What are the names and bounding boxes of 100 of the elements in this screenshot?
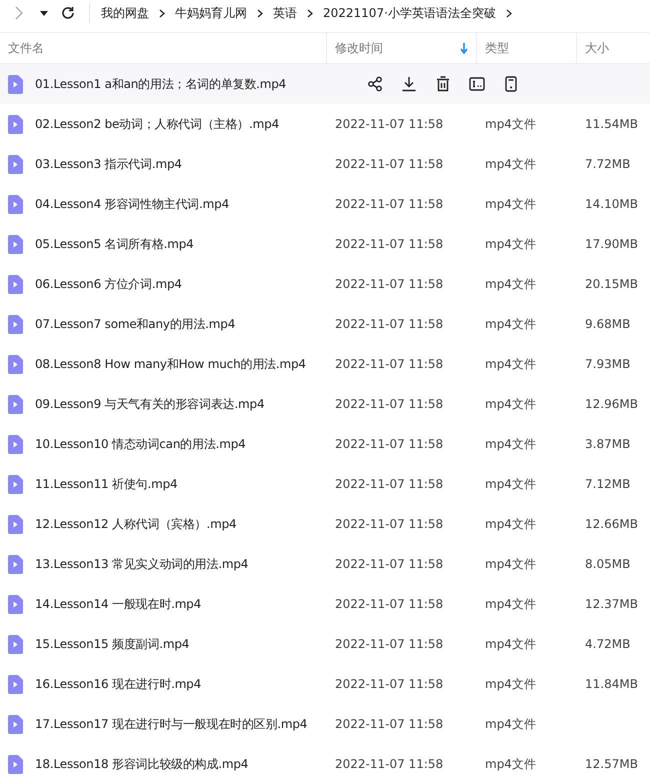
modified-time: 2022-11-07 11:58 xyxy=(334,397,444,411)
rename-icon[interactable] xyxy=(469,76,485,92)
column-header[interactable]: 文件名 xyxy=(0,33,327,63)
file-name[interactable]: 12.Lesson12 人称代词（宾格）.mp4 xyxy=(35,516,236,532)
file-type: mp4文件 xyxy=(484,156,537,172)
file-type: mp4文件 xyxy=(484,116,537,132)
file-row[interactable]: 02.Lesson2 be动词；人称代词（主格）.mp4 2022-11-07 11:58 mp4文件 11.54MB xyxy=(0,104,650,144)
file-size: 12.57MB xyxy=(584,757,639,771)
column-header[interactable]: 大小 xyxy=(577,33,650,63)
modified-time: 2022-11-07 11:58 xyxy=(334,237,444,251)
video-file-icon xyxy=(8,314,23,334)
file-row[interactable]: 14.Lesson14 一般现在时.mp4 2022-11-07 11:58 mp4文件 12.37MB xyxy=(0,584,650,624)
breadcrumb-item[interactable]: 牛妈妈育儿网 xyxy=(175,4,247,22)
video-file-icon xyxy=(8,154,23,174)
file-name[interactable]: 07.Lesson7 some和any的用法.mp4 xyxy=(35,316,236,332)
video-file-icon xyxy=(8,274,23,294)
file-row[interactable]: 15.Lesson15 频度副词.mp4 2022-11-07 11:58 mp4文件 4.72MB xyxy=(0,624,650,664)
file-size: 9.68MB xyxy=(584,317,632,331)
file-row[interactable]: 05.Lesson5 名词所有格.mp4 2022-11-07 11:58 mp4文件 17.90MB xyxy=(0,224,650,264)
file-row[interactable]: 18.Lesson18 形容词比较级的构成.mp4 2022-11-07 11:58 mp4文件 12.57MB xyxy=(0,744,650,781)
modified-time: 2022-11-07 11:58 xyxy=(334,477,444,491)
file-name[interactable]: 14.Lesson14 一般现在时.mp4 xyxy=(35,596,202,612)
file-row[interactable]: 06.Lesson6 方位介词.mp4 2022-11-07 11:58 mp4文件 20.15MB xyxy=(0,264,650,304)
file-type: mp4文件 xyxy=(484,756,537,772)
file-name[interactable]: 06.Lesson6 方位介词.mp4 xyxy=(35,276,182,292)
file-name[interactable]: 10.Lesson10 情态动词can的用法.mp4 xyxy=(35,436,246,452)
file-type: mp4文件 xyxy=(484,516,537,532)
file-type: mp4文件 xyxy=(484,276,537,292)
modified-time: 2022-11-07 11:58 xyxy=(334,317,444,331)
file-size: 7.72MB xyxy=(584,157,632,171)
file-type: mp4文件 xyxy=(484,196,537,212)
file-size: 8.05MB xyxy=(584,557,632,571)
file-size: 3.87MB xyxy=(584,437,632,451)
file-name[interactable]: 03.Lesson3 指示代词.mp4 xyxy=(35,156,182,172)
file-size: 20.15MB xyxy=(584,277,639,291)
column-header[interactable]: 类型 xyxy=(477,33,577,63)
trash-icon[interactable] xyxy=(435,76,451,92)
file-row[interactable]: 17.Lesson17 现在进行时与一般现在时的区别.mp4 2022-11-07 11:58 mp4文件 xyxy=(0,704,650,744)
file-size: 14.10MB xyxy=(584,197,639,211)
file-row[interactable]: 04.Lesson4 形容词性物主代词.mp4 2022-11-07 11:58 mp4文件 14.10MB xyxy=(0,184,650,224)
file-row[interactable]: 13.Lesson13 常见实义动词的用法.mp4 2022-11-07 11:58 mp4文件 8.05MB xyxy=(0,544,650,584)
share-icon[interactable] xyxy=(367,76,383,92)
video-file-icon xyxy=(8,194,23,214)
video-file-icon xyxy=(8,394,23,414)
file-row[interactable]: 08.Lesson8 How many和How much的用法.mp4 2022-11-07 11:58 mp4文件 7.93MB xyxy=(0,344,650,384)
refresh-icon[interactable] xyxy=(61,6,75,20)
file-name[interactable]: 17.Lesson17 现在进行时与一般现在时的区别.mp4 xyxy=(35,716,308,732)
file-size: 17.90MB xyxy=(584,237,639,251)
modified-time: 2022-11-07 11:58 xyxy=(334,197,444,211)
breadcrumb-item[interactable]: 20221107·小学英语语法全突破 xyxy=(323,4,496,22)
dropdown-icon[interactable] xyxy=(40,10,48,16)
video-file-icon xyxy=(8,514,23,534)
file-type: mp4文件 xyxy=(484,636,537,652)
file-name[interactable]: 18.Lesson18 形容词比较级的构成.mp4 xyxy=(35,756,248,772)
video-file-icon xyxy=(8,434,23,454)
video-file-icon xyxy=(8,74,23,94)
file-size: 11.84MB xyxy=(584,677,639,691)
file-type: mp4文件 xyxy=(484,596,537,612)
file-type: mp4文件 xyxy=(484,676,537,692)
file-type: mp4文件 xyxy=(484,356,537,372)
file-name[interactable]: 02.Lesson2 be动词；人称代词（主格）.mp4 xyxy=(35,116,279,132)
chevron-icon xyxy=(159,8,165,18)
modified-time: 2022-11-07 11:58 xyxy=(334,717,444,731)
column-header[interactable]: 修改时间 xyxy=(327,33,477,63)
modified-time: 2022-11-07 11:58 xyxy=(334,637,444,651)
file-row[interactable]: 03.Lesson3 指示代词.mp4 2022-11-07 11:58 mp4文件 7.72MB xyxy=(0,144,650,184)
file-row[interactable]: 01.Lesson1 a和an的用法；名词的单复数.mp4 xyxy=(0,64,650,104)
file-name[interactable]: 05.Lesson5 名词所有格.mp4 xyxy=(35,236,194,252)
modified-time: 2022-11-07 11:58 xyxy=(334,437,444,451)
video-file-icon xyxy=(8,754,23,774)
sort-arrow-icon xyxy=(460,42,468,54)
file-name[interactable]: 08.Lesson8 How many和How much的用法.mp4 xyxy=(35,356,306,372)
file-size: 4.72MB xyxy=(584,637,632,651)
file-name[interactable]: 04.Lesson4 形容词性物主代词.mp4 xyxy=(35,196,229,212)
video-file-icon xyxy=(8,594,23,614)
file-name[interactable]: 11.Lesson11 祈使句.mp4 xyxy=(35,476,178,492)
modified-time: 2022-11-07 11:58 xyxy=(334,557,444,571)
breadcrumb-item[interactable]: 我的网盘 xyxy=(101,4,149,22)
file-type: mp4文件 xyxy=(484,236,537,252)
file-row[interactable]: 07.Lesson7 some和any的用法.mp4 2022-11-07 11:58 mp4文件 9.68MB xyxy=(0,304,650,344)
file-row[interactable]: 12.Lesson12 人称代词（宾格）.mp4 2022-11-07 11:58 mp4文件 12.66MB xyxy=(0,504,650,544)
modified-time: 2022-11-07 11:58 xyxy=(334,117,444,131)
file-row[interactable]: 11.Lesson11 祈使句.mp4 2022-11-07 11:58 mp4文件 7.12MB xyxy=(0,464,650,504)
file-name[interactable]: 01.Lesson1 a和an的用法；名词的单复数.mp4 xyxy=(35,76,286,92)
file-size: 11.54MB xyxy=(584,117,639,131)
file-row[interactable]: 09.Lesson9 与天气有关的形容词表达.mp4 2022-11-07 11:58 mp4文件 12.96MB xyxy=(0,384,650,424)
device-icon[interactable] xyxy=(503,76,519,92)
file-type: mp4文件 xyxy=(484,556,537,572)
download-icon[interactable] xyxy=(401,76,417,92)
video-file-icon xyxy=(8,554,23,574)
file-name[interactable]: 15.Lesson15 频度副词.mp4 xyxy=(35,636,190,652)
modified-time: 2022-11-07 11:58 xyxy=(334,157,444,171)
file-name[interactable]: 09.Lesson9 与天气有关的形容词表达.mp4 xyxy=(35,396,264,412)
video-file-icon xyxy=(8,114,23,134)
file-name[interactable]: 13.Lesson13 常见实义动词的用法.mp4 xyxy=(35,556,248,572)
modified-time: 2022-11-07 11:58 xyxy=(334,357,444,371)
file-row[interactable]: 16.Lesson16 现在进行时.mp4 2022-11-07 11:58 mp4文件 11.84MB xyxy=(0,664,650,704)
breadcrumb-item[interactable]: 英语 xyxy=(273,4,297,22)
file-name[interactable]: 16.Lesson16 现在进行时.mp4 xyxy=(35,676,202,692)
file-row[interactable]: 10.Lesson10 情态动词can的用法.mp4 2022-11-07 11:58 mp4文件 3.87MB xyxy=(0,424,650,464)
